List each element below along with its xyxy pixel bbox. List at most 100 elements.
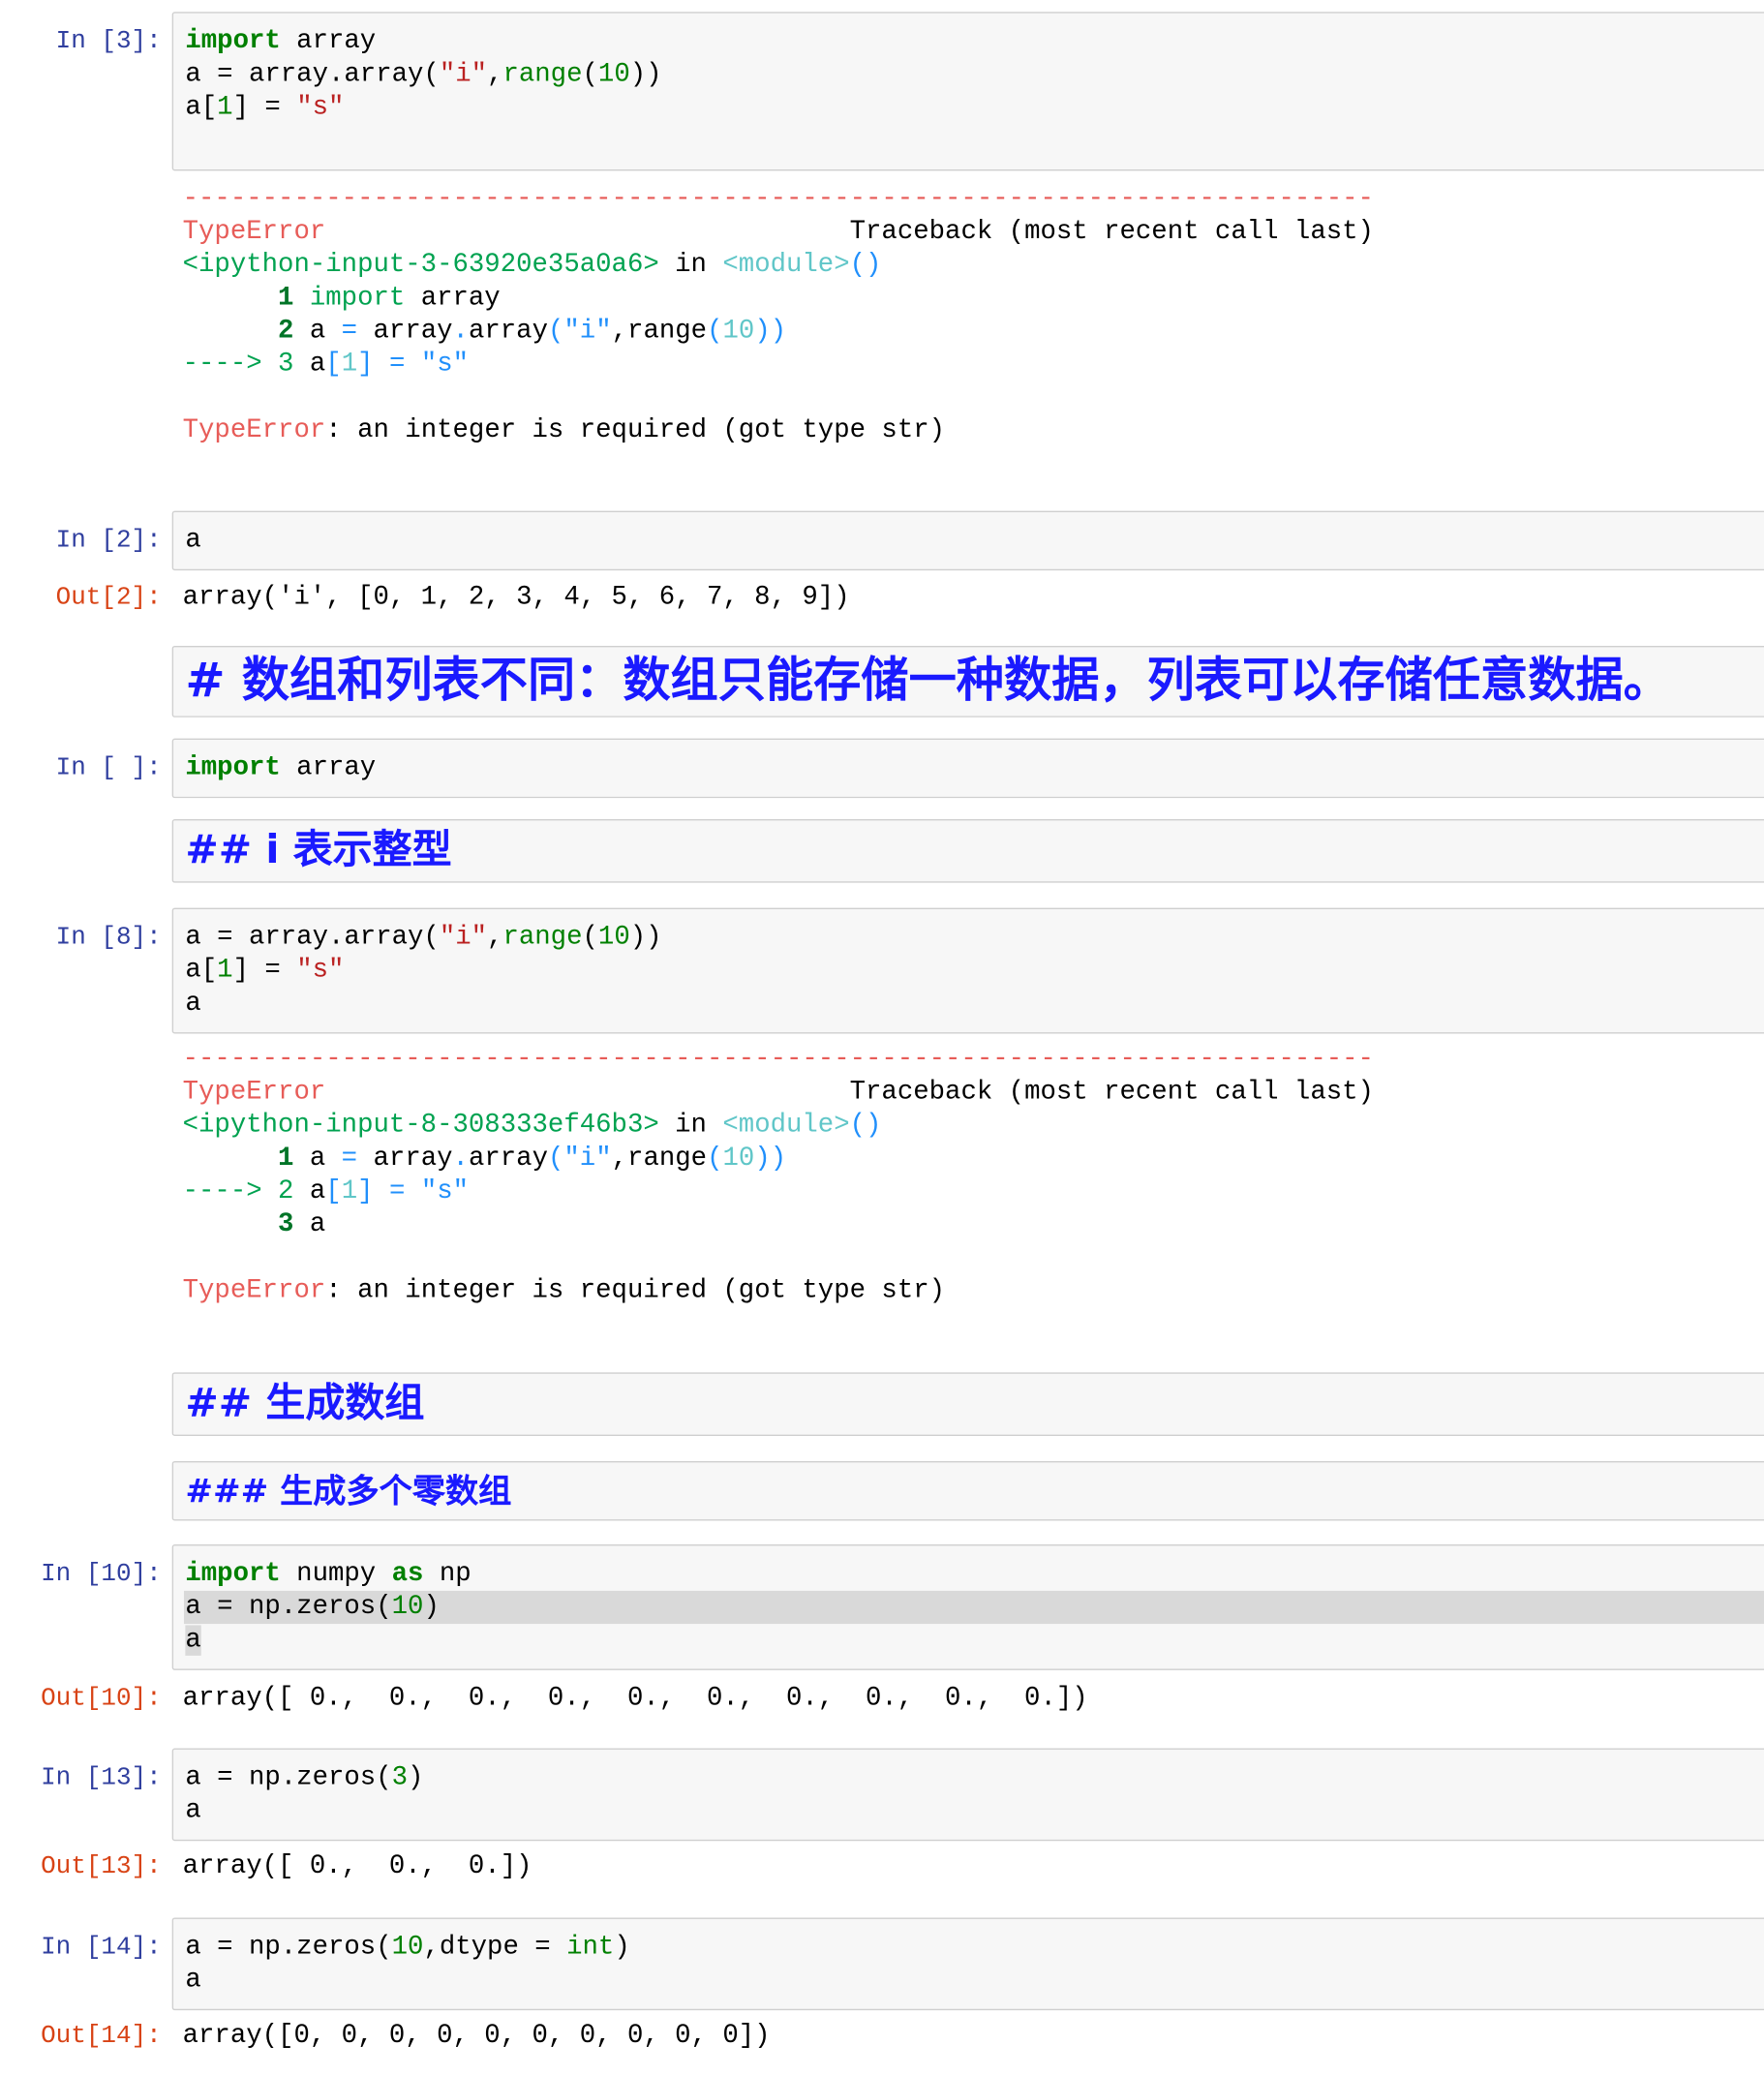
code-line: 3 a xyxy=(183,1207,1764,1240)
code-token: range xyxy=(627,1143,708,1174)
code-line: a[1] = "s" xyxy=(185,91,1764,124)
code-token: import xyxy=(185,752,281,784)
code-token: ) xyxy=(423,1592,440,1623)
code-token: a xyxy=(185,1795,201,1827)
code-line: array([ 0., 0., 0.]) xyxy=(183,1849,1764,1882)
output-text: array([ 0., 0., 0., 0., 0., 0., 0., 0., … xyxy=(183,1682,1764,1715)
code-line: a = np.zeros(10) xyxy=(183,1590,1764,1625)
input-prompt: In [13]: xyxy=(41,1762,162,1792)
code-token: ----------------------------------------… xyxy=(182,1043,1374,1075)
code-token: 10 xyxy=(722,315,755,347)
code-token: "i" xyxy=(439,922,488,954)
code-token: ] = xyxy=(232,955,297,987)
code-token: , xyxy=(611,315,628,347)
code-token: a = array.array( xyxy=(185,59,440,90)
code-token: ----> 3 xyxy=(182,349,310,380)
code-token: TypeError xyxy=(182,1274,326,1306)
code-token: , xyxy=(611,1143,628,1174)
code-editor[interactable]: import array a = array.array("i",range(10… xyxy=(171,12,1764,171)
code-token: ( xyxy=(547,1143,564,1174)
code-token: "i" xyxy=(563,1143,612,1174)
code-line: a = array.array("i",range(10)) xyxy=(185,921,1764,954)
output-text: array([ 0., 0., 0.]) xyxy=(183,1849,1764,1882)
code-token: = xyxy=(388,1175,406,1206)
code-token: )) xyxy=(629,922,662,954)
input-prompt: In [ ]: xyxy=(55,752,162,782)
code-token: 1 xyxy=(341,349,358,380)
code-line: 2 a = array.array("i",range(10)) xyxy=(183,315,1764,348)
code-token: array xyxy=(468,1143,548,1174)
markdown-editor[interactable]: ## 生成数组 xyxy=(171,1372,1764,1436)
code-token: ----------------------------------------… xyxy=(182,183,1374,214)
notebook: In [3]: import array a = array.array("i",r… xyxy=(0,0,1764,2076)
code-token: 10 xyxy=(597,59,630,90)
markdown-editor[interactable]: ## i 表示整型 xyxy=(171,819,1764,883)
code-editor[interactable]: a = np.zeros(10,dtype = int) a xyxy=(171,1917,1764,2011)
code-token: range xyxy=(502,59,583,90)
code-line: ----------------------------------------… xyxy=(183,182,1764,215)
markdown-editor[interactable]: # 数组和列表不同：数组只能存储一种数据，列表可以存储任意数据。 xyxy=(171,645,1764,717)
code-line: array('i', [0, 1, 2, 3, 4, 5, 6, 7, 8, 9… xyxy=(183,580,1764,613)
code-token: 1 xyxy=(217,92,233,124)
markdown-editor[interactable]: ### 生成多个零数组 xyxy=(171,1460,1764,1521)
code-token: a xyxy=(185,988,201,1020)
code-token: ] = xyxy=(232,92,297,124)
code-token: "s" xyxy=(420,1175,470,1206)
code-token: = xyxy=(388,349,406,380)
code-token: ,dtype = xyxy=(423,1932,567,1963)
code-token: 2 xyxy=(182,315,310,347)
code-token: <module> xyxy=(722,249,850,281)
code-token: TypeError xyxy=(182,1076,326,1108)
code-token: "s" xyxy=(296,955,345,987)
code-line: TypeError Traceback (most recent call la… xyxy=(183,215,1764,248)
code-token: array xyxy=(357,315,453,347)
code-token: int xyxy=(566,1932,615,1963)
code-token: a[ xyxy=(185,955,218,987)
output-text: array('i', [0, 1, 2, 3, 4, 5, 6, 7, 8, 9… xyxy=(183,580,1764,613)
code-token: 10 xyxy=(722,1143,755,1174)
code-token: array xyxy=(357,1143,453,1174)
code-token: TypeError xyxy=(182,414,326,445)
input-prompt: In [8]: xyxy=(55,922,162,952)
output-prompt: Out[2]: xyxy=(55,581,162,611)
code-editor[interactable]: a = array.array("i",range(10)) a[1] = "s"… xyxy=(171,907,1764,1034)
code-line: 1 import array xyxy=(183,281,1764,314)
code-line: array([0, 0, 0, 0, 0, 0, 0, 0, 0, 0]) xyxy=(183,2019,1764,2052)
code-line: TypeError Traceback (most recent call la… xyxy=(183,1076,1764,1109)
code-line: TypeError: an integer is required (got t… xyxy=(183,413,1764,446)
code-editor[interactable]: a = np.zeros(3) a xyxy=(171,1748,1764,1842)
code-token: ( xyxy=(547,315,564,347)
code-line xyxy=(183,1240,1764,1273)
code-token: Traceback (most recent call last) xyxy=(325,216,1374,247)
code-token: TypeError xyxy=(182,216,326,247)
code-token: () xyxy=(849,249,882,281)
code-line: a = np.zeros(10,dtype = int) xyxy=(185,1931,1764,1964)
code-token: : an integer is required (got type str) xyxy=(325,414,946,445)
code-line: a xyxy=(185,1624,1764,1657)
code-token: 1 xyxy=(182,282,310,314)
markdown-heading-source: ### 生成多个零数组 xyxy=(185,1471,512,1511)
code-token: <ipython-input-3-63920e35a0a6> xyxy=(182,249,659,281)
code-token: import xyxy=(309,282,406,314)
code-editor[interactable]: import array xyxy=(171,738,1764,799)
code-line: a = np.zeros(3) xyxy=(185,1761,1764,1794)
code-token: a xyxy=(309,315,342,347)
output-prompt: Out[10]: xyxy=(41,1682,162,1712)
code-token: = xyxy=(341,1143,358,1174)
code-line: a xyxy=(185,1964,1764,1997)
code-token: array xyxy=(405,282,501,314)
code-line: TypeError: an integer is required (got t… xyxy=(183,1274,1764,1307)
code-editor[interactable]: a xyxy=(171,510,1764,571)
code-token: ( xyxy=(582,59,598,90)
code-token: import xyxy=(185,26,281,57)
code-token: a[ xyxy=(185,92,218,124)
code-token: )) xyxy=(754,1143,787,1174)
code-line: ----> 3 a[1] = "s" xyxy=(183,348,1764,381)
code-editor[interactable]: import numpy as np a = np.zeros(10) a xyxy=(171,1544,1764,1670)
markdown-heading-source: # 数组和列表不同：数组只能存储一种数据，列表可以存储任意数据。 xyxy=(185,654,1671,709)
code-line: import numpy as np xyxy=(185,1558,1764,1591)
code-line: import array xyxy=(185,25,1764,58)
